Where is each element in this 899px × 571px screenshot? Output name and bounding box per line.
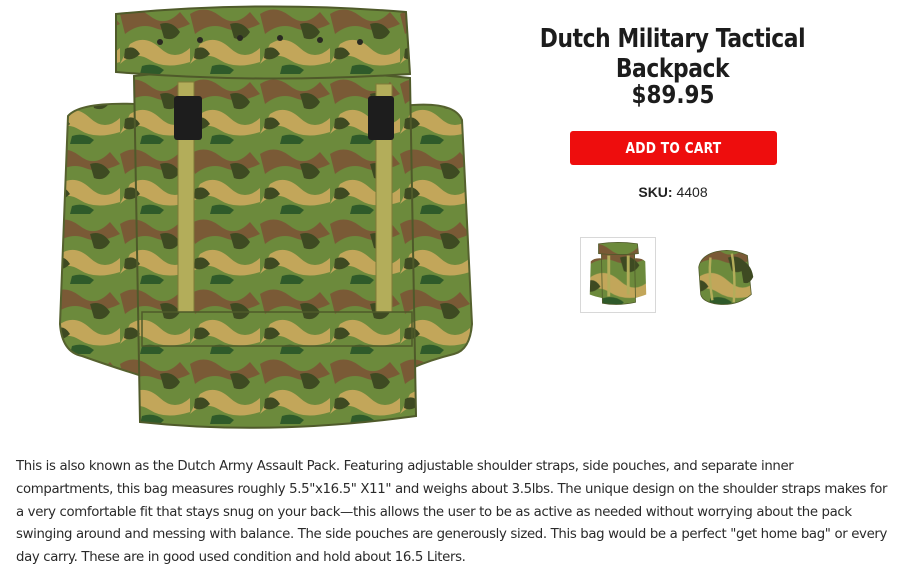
add-to-cart-button[interactable]: ADD TO CART bbox=[570, 131, 777, 165]
product-title: Dutch Military Tactical Backpack bbox=[539, 24, 806, 84]
sku-row: SKU: 4408 bbox=[570, 184, 776, 200]
thumbnail-angle[interactable] bbox=[688, 237, 764, 313]
product-price: $89.95 bbox=[631, 80, 715, 109]
product-main-image[interactable] bbox=[50, 4, 480, 436]
add-to-cart-label: ADD TO CART bbox=[625, 139, 722, 157]
backpack-front-thumbnail bbox=[589, 241, 647, 305]
backpack-front-image bbox=[58, 5, 474, 429]
product-description: This is also known as the Dutch Army Ass… bbox=[16, 459, 888, 566]
backpack-angle-thumbnail bbox=[698, 249, 754, 305]
thumbnail-front[interactable] bbox=[580, 237, 656, 313]
sku-value: 4408 bbox=[676, 184, 708, 200]
sku-label: SKU: bbox=[638, 184, 673, 200]
